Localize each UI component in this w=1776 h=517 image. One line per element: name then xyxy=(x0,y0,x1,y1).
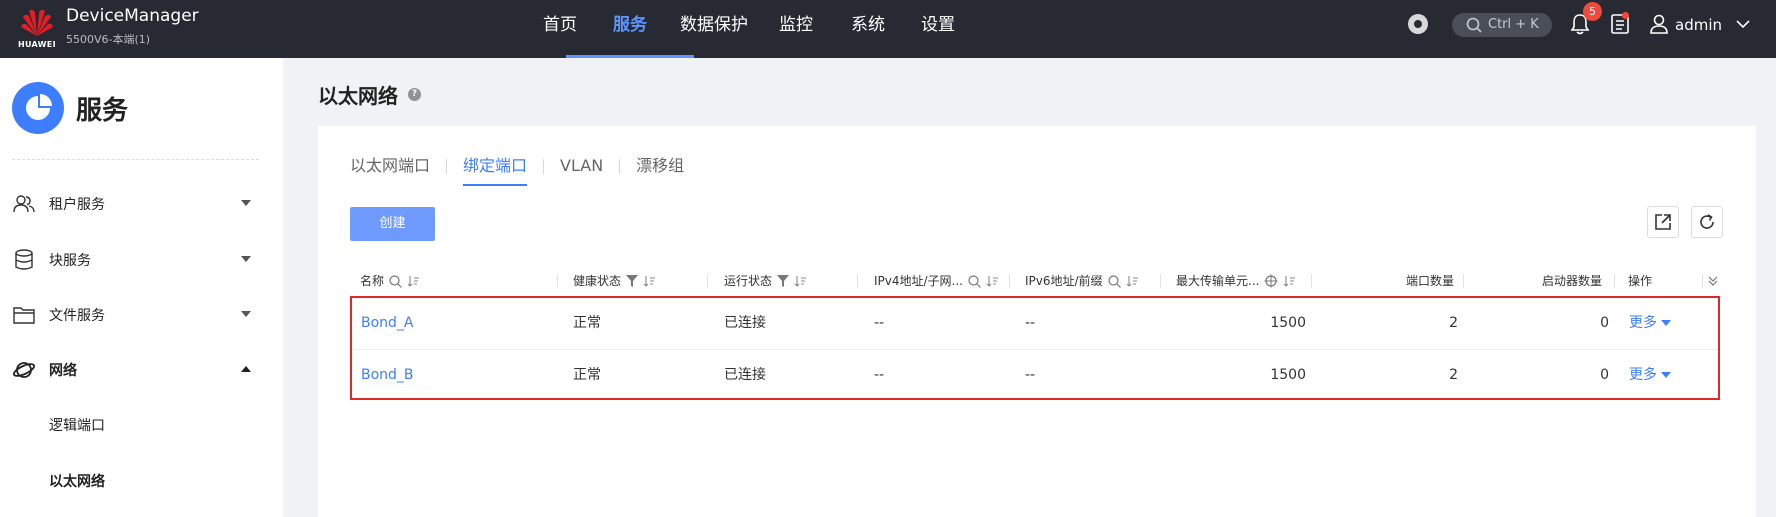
huawei-logo: HUAWEI xyxy=(18,5,56,53)
logo-wordmark: HUAWEI xyxy=(18,40,56,49)
caret-down-icon xyxy=(241,311,251,317)
search-icon xyxy=(1466,17,1482,33)
planet-icon xyxy=(12,358,36,382)
col-name[interactable]: 名称 xyxy=(360,266,420,296)
search-icon[interactable] xyxy=(968,274,981,288)
caret-down-icon xyxy=(241,200,251,206)
filter-icon[interactable] xyxy=(626,275,639,287)
sort-icon[interactable] xyxy=(407,275,420,287)
task-alert-dot xyxy=(1622,12,1629,19)
col-ipv4[interactable]: IPv4地址/子网... xyxy=(874,266,999,296)
sidebar-subitem-ethernet-network[interactable]: 以太网络 xyxy=(49,471,105,491)
sort-icon[interactable] xyxy=(1126,275,1139,287)
top-bar: HUAWEI DeviceManager 5500V6-本端(1) 首页 服务 … xyxy=(0,0,1776,58)
nav-home[interactable]: 首页 xyxy=(532,0,588,58)
camera-icon[interactable] xyxy=(1408,14,1428,34)
refresh-icon xyxy=(1700,214,1714,229)
device-subtitle: 5500V6-本端(1) xyxy=(66,33,151,46)
tab-bar: 以太网端口 绑定端口 VLAN 漂移组 xyxy=(350,155,684,186)
column-settings-icon[interactable] xyxy=(1708,266,1718,296)
col-health[interactable]: 健康状态 xyxy=(573,266,656,296)
page-title-text: 以太网络 xyxy=(318,84,398,108)
chevron-down-icon[interactable] xyxy=(1735,18,1751,30)
sidebar-item-label: 文件服务 xyxy=(49,308,105,324)
folder-icon xyxy=(12,303,36,327)
caret-down-icon xyxy=(241,256,251,262)
col-initiator-count[interactable]: 启动器数量 xyxy=(1542,266,1602,296)
nav-monitor[interactable]: 监控 xyxy=(768,0,824,58)
tab-bond-ports[interactable]: 绑定端口 xyxy=(463,155,528,186)
nav-data-protection[interactable]: 数据保护 xyxy=(674,0,754,58)
sidebar-item-network[interactable]: 网络 xyxy=(12,354,259,386)
search-shortcut: Ctrl + K xyxy=(1488,17,1539,32)
tab-vlan[interactable]: VLAN xyxy=(560,155,603,177)
table-header: 名称 健康状态 运行状态 IPv4地址/子网... IPv6地址/前缀 最大传输… xyxy=(350,266,1722,296)
database-icon xyxy=(12,248,36,272)
brand[interactable]: HUAWEI DeviceManager 5500V6-本端(1) xyxy=(18,5,199,53)
sidebar: 服务 租户服务 块服务 文件服务 网络 逻辑端口 以太网络 xyxy=(0,58,283,517)
tab-failover-group[interactable]: 漂移组 xyxy=(636,155,684,177)
app-title: DeviceManager xyxy=(66,6,199,26)
col-ipv6[interactable]: IPv6地址/前缀 xyxy=(1025,266,1139,296)
user-icon[interactable] xyxy=(1648,13,1670,35)
global-search[interactable]: Ctrl + K xyxy=(1452,13,1552,37)
nav-services[interactable]: 服务 xyxy=(566,0,694,58)
nav-settings[interactable]: 设置 xyxy=(910,0,966,58)
sort-icon[interactable] xyxy=(794,275,807,287)
sort-icon[interactable] xyxy=(643,275,656,287)
search-icon[interactable] xyxy=(1107,274,1121,288)
sidebar-subitem-logical-ports[interactable]: 逻辑端口 xyxy=(49,415,105,435)
sidebar-item-label: 网络 xyxy=(49,363,77,379)
help-icon[interactable]: ? xyxy=(408,88,421,101)
main-nav: 首页 服务 数据保护 监控 系统 设置 xyxy=(532,0,966,58)
notification-badge: 5 xyxy=(1583,2,1602,21)
refresh-button[interactable] xyxy=(1691,206,1723,238)
page-title: 以太网络 ? xyxy=(318,80,421,109)
sort-icon[interactable] xyxy=(986,275,999,287)
sidebar-item-file-services[interactable]: 文件服务 xyxy=(12,299,259,331)
export-icon xyxy=(1655,214,1671,230)
create-button[interactable]: 创建 xyxy=(350,207,435,241)
username[interactable]: admin xyxy=(1675,13,1722,37)
sidebar-header: 服务 xyxy=(12,82,128,134)
caret-up-icon xyxy=(241,366,251,372)
crosshair-search-icon[interactable] xyxy=(1264,274,1278,288)
selection-highlight-box xyxy=(350,296,1720,400)
sidebar-title: 服务 xyxy=(76,95,129,126)
sidebar-divider xyxy=(12,159,259,160)
pie-chart-icon xyxy=(12,82,64,134)
sidebar-item-tenant-services[interactable]: 租户服务 xyxy=(12,188,259,220)
users-icon xyxy=(12,192,36,216)
sidebar-item-label: 租户服务 xyxy=(49,197,105,213)
sort-icon[interactable] xyxy=(1283,275,1296,287)
col-running-status[interactable]: 运行状态 xyxy=(724,266,807,296)
col-mtu[interactable]: 最大传输单元... xyxy=(1176,266,1296,296)
sidebar-item-block-services[interactable]: 块服务 xyxy=(12,244,259,276)
tab-ethernet-ports[interactable]: 以太网端口 xyxy=(350,155,430,177)
export-button[interactable] xyxy=(1647,206,1679,238)
col-actions: 操作 xyxy=(1628,274,1653,288)
col-port-count[interactable]: 端口数量 xyxy=(1406,266,1454,296)
nav-system[interactable]: 系统 xyxy=(840,0,896,58)
sidebar-item-label: 块服务 xyxy=(49,253,91,269)
filter-icon[interactable] xyxy=(777,275,790,287)
search-icon[interactable] xyxy=(389,274,402,288)
